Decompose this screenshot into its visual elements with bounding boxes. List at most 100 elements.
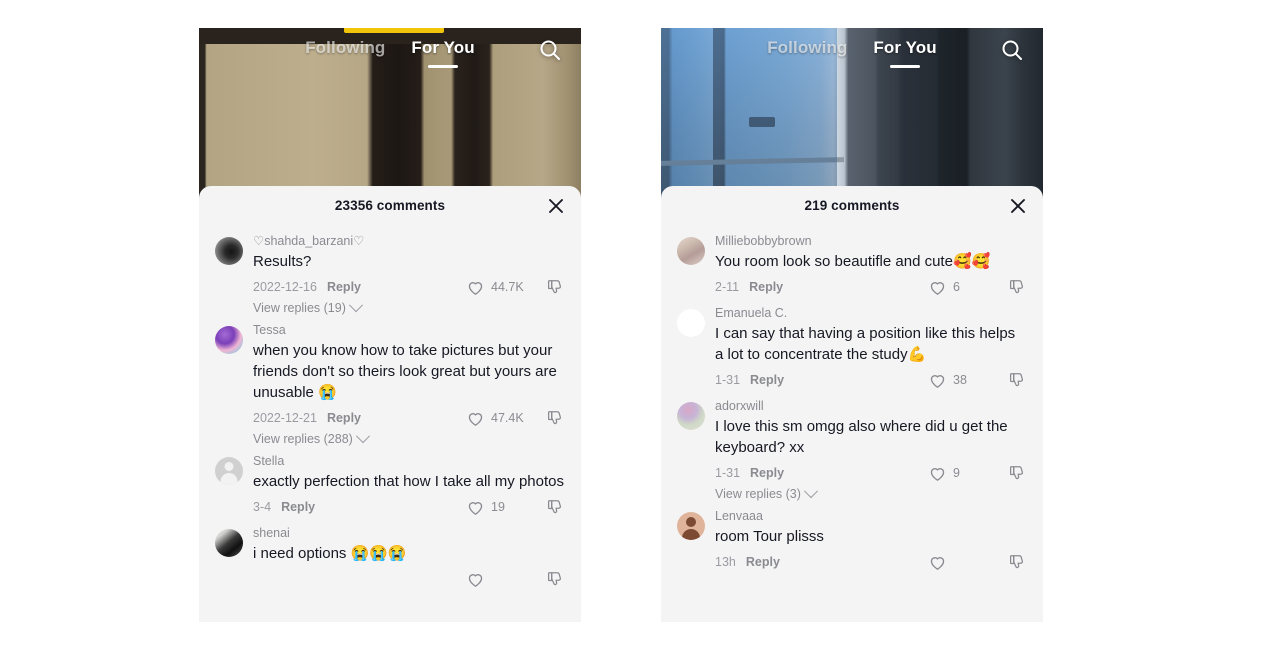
- reply-button[interactable]: Reply: [327, 280, 361, 294]
- like-count: 44.7K: [491, 280, 524, 294]
- like-button[interactable]: [928, 553, 990, 572]
- comment-meta: 13h Reply: [715, 551, 1027, 573]
- dislike-button[interactable]: [1008, 371, 1027, 390]
- avatar[interactable]: [215, 237, 243, 265]
- reply-button[interactable]: Reply: [749, 280, 783, 294]
- avatar[interactable]: [677, 512, 705, 540]
- comment-body: Lenvaaa room Tour plisss 13h Reply: [715, 508, 1027, 573]
- comment-meta: 2-11 Reply 6: [715, 276, 1027, 298]
- like-button[interactable]: 6: [928, 278, 990, 297]
- avatar[interactable]: [215, 326, 243, 354]
- reply-button[interactable]: Reply: [281, 500, 315, 514]
- comment-item[interactable]: ♡shahda_barzani♡ Results? 2022-12-16 Rep…: [199, 228, 581, 317]
- comment-username[interactable]: shenai: [253, 525, 565, 542]
- reply-button[interactable]: Reply: [750, 373, 784, 387]
- search-icon[interactable]: [999, 37, 1025, 63]
- dislike-button[interactable]: [546, 409, 565, 428]
- comment-text: room Tour plisss: [715, 528, 824, 545]
- like-button[interactable]: 19: [466, 498, 528, 517]
- like-button[interactable]: 9: [928, 464, 990, 483]
- view-replies-label: View replies (19): [253, 301, 346, 315]
- comment-meta: 1-31 Reply 9: [715, 462, 1027, 484]
- comment-username[interactable]: Milliebobbybrown: [715, 233, 1027, 250]
- window-latch: [748, 117, 775, 128]
- comment-text: Results?: [253, 253, 312, 270]
- comment-username[interactable]: adorxwill: [715, 398, 1027, 415]
- comment-date: 1-31: [715, 373, 741, 387]
- dislike-button[interactable]: [546, 278, 565, 297]
- tab-for-you-label: For You: [873, 37, 937, 57]
- comment-item[interactable]: Tessa when you know how to take pictures…: [199, 317, 581, 448]
- comment-item[interactable]: adorxwill I love this sm omgg also where…: [661, 393, 1043, 503]
- comment-list-left[interactable]: ♡shahda_barzani♡ Results? 2022-12-16 Rep…: [199, 224, 581, 622]
- comment-date: 2022-12-16: [253, 280, 317, 294]
- reply-button[interactable]: Reply: [746, 555, 780, 569]
- avatar[interactable]: [215, 529, 243, 557]
- phone-panel-right: Following For You 219 comments Milliebob…: [661, 28, 1043, 622]
- comment-list-right[interactable]: Milliebobbybrown You room look so beauti…: [661, 224, 1043, 622]
- comment-text: when you know how to take pictures but y…: [253, 342, 557, 401]
- view-replies-label: View replies (288): [253, 432, 353, 446]
- view-replies-button[interactable]: View replies (19): [253, 298, 565, 315]
- comment-actions: 38: [928, 371, 1027, 390]
- search-icon[interactable]: [537, 37, 563, 63]
- comment-actions: 6: [928, 278, 1027, 297]
- dislike-button[interactable]: [1008, 464, 1027, 483]
- comment-username[interactable]: Emanuela C.: [715, 305, 1027, 322]
- comment-username[interactable]: Lenvaaa: [715, 508, 1027, 525]
- thumbs-down-icon: [547, 279, 562, 293]
- tab-for-you-label: For You: [411, 37, 475, 57]
- like-button[interactable]: 44.7K: [466, 278, 528, 297]
- comment-body: Tessa when you know how to take pictures…: [253, 322, 565, 446]
- like-button[interactable]: 47.4K: [466, 409, 528, 428]
- comment-body: Milliebobbybrown You room look so beauti…: [715, 233, 1027, 298]
- top-navigation-right: Following For You: [661, 28, 1043, 70]
- dislike-button[interactable]: [1008, 278, 1027, 297]
- tab-for-you[interactable]: For You: [873, 37, 937, 68]
- top-navigation-left: Following For You: [199, 28, 581, 70]
- avatar[interactable]: [677, 237, 705, 265]
- tab-following-label: Following: [767, 37, 848, 57]
- tab-following[interactable]: Following: [767, 38, 847, 61]
- comment-item[interactable]: Stella exactly perfection that how I tak…: [199, 448, 581, 520]
- like-count: 9: [953, 466, 960, 480]
- comment-body: Emanuela C. I can say that having a posi…: [715, 305, 1027, 391]
- comment-username[interactable]: ♡shahda_barzani♡: [253, 233, 565, 250]
- tab-for-you[interactable]: For You: [411, 37, 475, 68]
- thumbs-down-icon: [547, 410, 562, 424]
- reply-button[interactable]: Reply: [750, 466, 784, 480]
- comment-username[interactable]: Stella: [253, 453, 565, 470]
- dislike-button[interactable]: [546, 570, 565, 589]
- comment-item[interactable]: Milliebobbybrown You room look so beauti…: [661, 228, 1043, 300]
- like-button[interactable]: 38: [928, 371, 990, 390]
- comment-date: 1-31: [715, 466, 741, 480]
- thumbs-down-icon: [547, 571, 562, 585]
- comment-username[interactable]: Tessa: [253, 322, 565, 339]
- comment-date: 13h: [715, 555, 736, 569]
- view-replies-button[interactable]: View replies (3): [715, 484, 1027, 501]
- comment-item[interactable]: Lenvaaa room Tour plisss 13h Reply: [661, 503, 1043, 575]
- avatar[interactable]: [677, 402, 705, 430]
- window-sill: [661, 156, 845, 166]
- dislike-button[interactable]: [546, 498, 565, 517]
- comment-sheet-header-left: 23356 comments: [199, 186, 581, 224]
- thumbs-down-icon: [547, 499, 562, 513]
- comment-item[interactable]: shenai i need options 😭😭😭: [199, 520, 581, 592]
- close-icon[interactable]: [545, 195, 567, 217]
- like-count: 47.4K: [491, 411, 524, 425]
- tab-following[interactable]: Following: [305, 38, 385, 61]
- view-replies-button[interactable]: View replies (288): [253, 429, 565, 446]
- avatar[interactable]: [677, 309, 705, 337]
- dislike-button[interactable]: [1008, 553, 1027, 572]
- comment-text: i need options 😭😭😭: [253, 545, 407, 562]
- close-icon[interactable]: [1007, 195, 1029, 217]
- reply-button[interactable]: Reply: [327, 411, 361, 425]
- like-button[interactable]: [466, 570, 528, 589]
- avatar[interactable]: [215, 457, 243, 485]
- comment-item[interactable]: Emanuela C. I can say that having a posi…: [661, 300, 1043, 393]
- heart-icon: [468, 412, 483, 426]
- comment-body: shenai i need options 😭😭😭: [253, 525, 565, 590]
- thumbs-down-icon: [1009, 279, 1024, 293]
- comment-sheet-right: 219 comments Milliebobbybrown You room l…: [661, 186, 1043, 622]
- chevron-down-icon: [803, 484, 818, 499]
